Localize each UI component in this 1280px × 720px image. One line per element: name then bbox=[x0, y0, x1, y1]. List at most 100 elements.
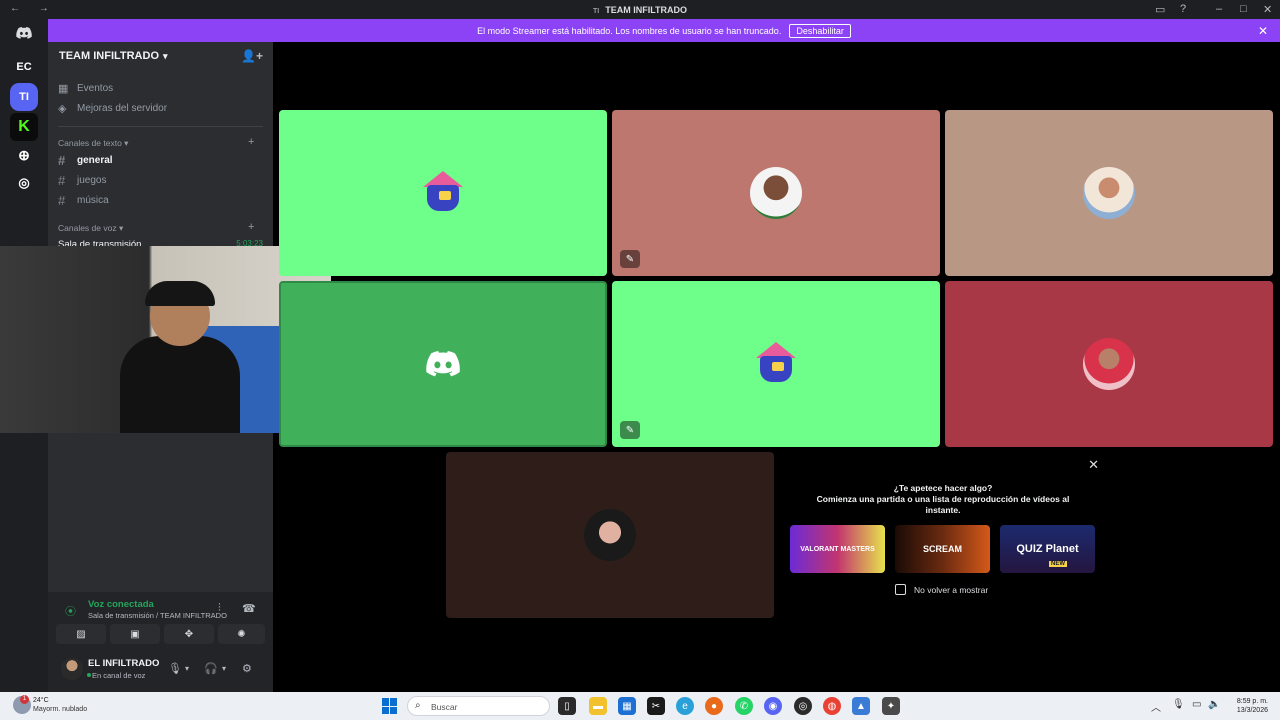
activity-suggestion-panel: ✕ ¿Te apetece hacer algo? Comienza una p… bbox=[779, 452, 1107, 618]
channel-label: general bbox=[77, 154, 113, 166]
voice-panel: ⦿ Voz conectada Sala de transmisión / TE… bbox=[48, 592, 273, 692]
mic-tray-icon[interactable]: 🎙 bbox=[1172, 699, 1185, 710]
video-tile[interactable] bbox=[279, 110, 607, 276]
screen-share-button[interactable]: ▣ bbox=[110, 624, 160, 644]
video-tile[interactable] bbox=[446, 452, 774, 618]
display-icon[interactable]: ▭ bbox=[1192, 699, 1201, 710]
minimize-icon[interactable]: – bbox=[1216, 3, 1222, 15]
obs-icon[interactable]: ◎ bbox=[794, 697, 812, 715]
kick-server-icon[interactable]: K bbox=[10, 113, 38, 141]
activity-card-scream[interactable]: SCREAM bbox=[895, 525, 990, 573]
start-button[interactable] bbox=[382, 698, 398, 714]
settings-gear-icon[interactable]: ⚙ bbox=[242, 662, 252, 675]
suggest-question: ¿Te apetece hacer algo? bbox=[893, 483, 993, 493]
username[interactable]: EL INFILTRADO bbox=[88, 658, 159, 669]
discord-taskbar-icon[interactable]: ◉ bbox=[764, 697, 782, 715]
activities-button[interactable]: ✥ bbox=[164, 624, 214, 644]
camera-button[interactable]: ▨ bbox=[56, 624, 106, 644]
suggest-description: Comienza una partida o una lista de repr… bbox=[816, 494, 1070, 515]
hash-icon: # bbox=[58, 172, 66, 188]
card-label: VALORANT MASTERS bbox=[800, 545, 875, 553]
server-ec[interactable]: EC bbox=[10, 53, 38, 81]
time: 8:59 p. m. bbox=[1236, 698, 1268, 705]
chevron-up-icon[interactable]: ︿ bbox=[1151, 699, 1161, 714]
text-category[interactable]: Canales de texto ▾ + bbox=[58, 136, 254, 149]
video-tile[interactable] bbox=[945, 281, 1273, 447]
user-panel: EL INFILTRADO En canal de voz 🎙 ▾ 🎧 ▾ ⚙ bbox=[48, 654, 273, 686]
webcam-person-cap bbox=[145, 281, 215, 306]
boosts-label: Mejoras del servidor bbox=[77, 102, 168, 114]
signal-icon[interactable]: ⦿ bbox=[65, 603, 76, 619]
card-label: QUIZ Planet bbox=[1016, 543, 1079, 555]
server-ec-label: EC bbox=[16, 61, 32, 73]
headphones-icon[interactable]: 🎧 bbox=[204, 662, 218, 675]
voice-status[interactable]: Voz conectada bbox=[88, 599, 154, 610]
maximize-icon[interactable]: □ bbox=[1240, 3, 1247, 15]
server-header[interactable]: TEAM INFILTRADO ▾ 👤+ bbox=[48, 42, 273, 70]
invite-icon[interactable]: 👤+ bbox=[241, 49, 263, 63]
weather-temp[interactable]: 24°C bbox=[33, 697, 49, 704]
video-tile[interactable]: ✎ bbox=[612, 281, 940, 447]
server-mini-icon: TI bbox=[592, 7, 600, 15]
channel-label: música bbox=[77, 194, 109, 206]
voice-category[interactable]: Canales de voz ▾ + bbox=[58, 221, 254, 234]
whatsapp-icon[interactable]: ✆ bbox=[735, 697, 753, 715]
noise-suppression-icon[interactable]: ⫶ bbox=[218, 602, 221, 615]
boosts-item[interactable]: ◈ Mejoras del servidor bbox=[58, 99, 167, 117]
server-ti[interactable]: TI bbox=[10, 83, 38, 111]
discord-logo-icon bbox=[426, 351, 460, 377]
close-icon[interactable]: ✕ bbox=[1088, 457, 1099, 473]
channel-general[interactable]: # general bbox=[58, 151, 263, 169]
taskbar-search[interactable]: ⌕ Buscar bbox=[407, 696, 550, 716]
inbox-icon[interactable]: ▭ bbox=[1155, 3, 1165, 16]
capcut-icon[interactable]: ✂ bbox=[647, 697, 665, 715]
photos-icon[interactable]: ▲ bbox=[852, 697, 870, 715]
chrome-icon[interactable]: ◍ bbox=[823, 697, 841, 715]
add-server-icon[interactable]: ⊕ bbox=[10, 141, 38, 169]
dont-show-checkbox[interactable] bbox=[895, 584, 906, 595]
disable-streamer-button[interactable]: Deshabilitar bbox=[789, 23, 851, 38]
muted-mic-icon: ✎ bbox=[620, 250, 640, 268]
add-voice-channel-icon[interactable]: + bbox=[248, 221, 254, 233]
add-text-channel-icon[interactable]: + bbox=[248, 136, 254, 148]
close-banner-icon[interactable]: ✕ bbox=[1258, 24, 1268, 38]
activity-card-valorant[interactable]: VALORANT MASTERS bbox=[790, 525, 885, 573]
browser-icon[interactable]: ● bbox=[705, 697, 723, 715]
video-tile[interactable]: ✎ bbox=[612, 110, 940, 276]
house-avatar-icon bbox=[417, 167, 469, 219]
clock[interactable]: 8:59 p. m. 13/3/2026 bbox=[1230, 697, 1268, 715]
activity-card-quiz[interactable]: QUIZ Planet NEW bbox=[1000, 525, 1095, 573]
avatar bbox=[1083, 338, 1135, 390]
video-tile[interactable] bbox=[945, 110, 1273, 276]
channel-musica[interactable]: # música bbox=[58, 191, 263, 209]
calendar-icon: ▦ bbox=[58, 82, 69, 95]
chevron-down-icon: ▾ bbox=[163, 50, 168, 61]
file-explorer-icon[interactable]: ▬ bbox=[589, 697, 607, 715]
headphones-chevron-icon[interactable]: ▾ bbox=[222, 664, 226, 673]
channel-juegos[interactable]: # juegos bbox=[58, 171, 263, 189]
mic-chevron-icon[interactable]: ▾ bbox=[185, 664, 189, 673]
video-tile[interactable] bbox=[279, 281, 607, 447]
search-icon: ⌕ bbox=[415, 700, 421, 711]
help-icon[interactable]: ? bbox=[1180, 3, 1186, 15]
dont-show-label[interactable]: No volver a mostrar bbox=[914, 585, 988, 595]
edge-icon[interactable]: e bbox=[676, 697, 694, 715]
divider bbox=[58, 126, 263, 127]
task-view-icon[interactable]: ▯ bbox=[558, 697, 576, 715]
voice-category-label: Canales de voz bbox=[58, 223, 117, 233]
soundboard-button[interactable]: ✺ bbox=[218, 624, 265, 644]
hash-icon: # bbox=[58, 192, 66, 208]
store-icon[interactable]: ▦ bbox=[618, 697, 636, 715]
app-icon[interactable]: ✦ bbox=[882, 697, 900, 715]
discord-home-icon[interactable] bbox=[10, 19, 38, 47]
screen-share-icon: ▣ bbox=[130, 628, 140, 640]
mic-icon[interactable]: 🎙 bbox=[168, 662, 182, 675]
speaker-icon[interactable]: 🔈 bbox=[1208, 699, 1220, 710]
discover-icon[interactable]: ◎ bbox=[10, 169, 38, 197]
events-item[interactable]: ▦ Eventos bbox=[58, 79, 113, 97]
windows-taskbar: 1 24°C Mayorm. nublado ⌕ Buscar ▯ ▬ ▦ ✂ … bbox=[0, 692, 1280, 720]
weather-condition[interactable]: Mayorm. nublado bbox=[33, 706, 87, 713]
close-window-icon[interactable]: ✕ bbox=[1263, 3, 1272, 16]
avatar[interactable] bbox=[61, 658, 83, 680]
disconnect-icon[interactable]: ☎ bbox=[242, 602, 256, 615]
